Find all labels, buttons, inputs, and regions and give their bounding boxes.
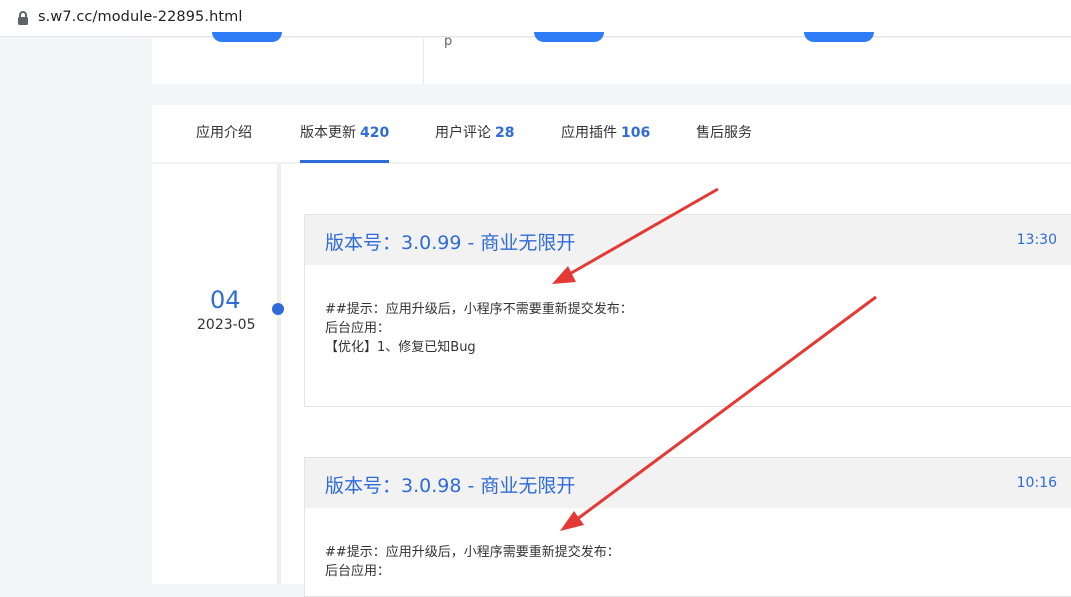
action-pill-button[interactable] [212, 32, 282, 42]
tab-label: 应用插件 [561, 125, 617, 141]
timeline-dot [272, 303, 284, 315]
lock-icon [18, 11, 28, 25]
tab-count: 28 [495, 125, 515, 141]
action-pill-button[interactable] [804, 32, 874, 42]
note-line: 后台应用： [325, 321, 391, 336]
note-line: ##提示：应用升级后，小程序需要重新提交发布： [325, 545, 620, 560]
tab-count: 420 [360, 125, 390, 141]
tab-label: 用户评论 [435, 125, 491, 141]
version-title: 版本号：3.0.99 - 商业无限开 [325, 232, 576, 254]
truncated-text: p [444, 34, 453, 49]
url-text[interactable]: s.w7.cc/module-22895.html [38, 9, 243, 25]
tab-app-plugins[interactable]: 应用插件 106 [561, 105, 650, 163]
version-notes: ##提示：应用升级后，小程序需要重新提交发布： 后台应用： [325, 543, 620, 581]
tab-user-reviews[interactable]: 用户评论 28 [435, 105, 514, 163]
divider [423, 38, 424, 84]
timeline-day: 04 [210, 286, 241, 314]
timeline-line [277, 164, 281, 584]
note-line: 后台应用： [325, 564, 391, 579]
tab-after-sales[interactable]: 售后服务 [696, 105, 752, 163]
note-line: ##提示：应用升级后，小程序不需要重新提交发布： [325, 302, 633, 317]
tab-count: 106 [621, 125, 651, 141]
module-info-card: p [152, 32, 1071, 84]
timeline-month: 2023-05 [197, 317, 256, 333]
tab-label: 版本更新 [300, 125, 356, 141]
action-pill-button[interactable] [534, 32, 604, 42]
version-time: 10:16 [1016, 475, 1057, 491]
note-line: 【优化】1、修复已知Bug [325, 340, 476, 355]
tab-version-updates[interactable]: 版本更新 420 [300, 105, 390, 163]
version-notes: ##提示：应用升级后，小程序不需要重新提交发布： 后台应用： 【优化】1、修复已… [325, 300, 633, 357]
version-title: 版本号：3.0.98 - 商业无限开 [325, 475, 576, 497]
tab-label: 售后服务 [696, 125, 752, 141]
version-card-header: 版本号：3.0.99 - 商业无限开 13:30 [305, 215, 1071, 265]
tab-app-intro[interactable]: 应用介绍 [196, 105, 252, 163]
version-card: 版本号：3.0.98 - 商业无限开 10:16 ##提示：应用升级后，小程序需… [304, 457, 1071, 597]
module-tabs: 应用介绍 版本更新 420 用户评论 28 应用插件 106 售后服务 [152, 105, 1071, 163]
version-card: 版本号：3.0.99 - 商业无限开 13:30 ##提示：应用升级后，小程序不… [304, 214, 1071, 407]
version-time: 13:30 [1016, 232, 1057, 248]
tab-label: 应用介绍 [196, 125, 252, 141]
version-card-header: 版本号：3.0.98 - 商业无限开 10:16 [305, 458, 1071, 508]
version-history: 04 2023-05 版本号：3.0.99 - 商业无限开 13:30 ##提示… [152, 164, 1071, 597]
